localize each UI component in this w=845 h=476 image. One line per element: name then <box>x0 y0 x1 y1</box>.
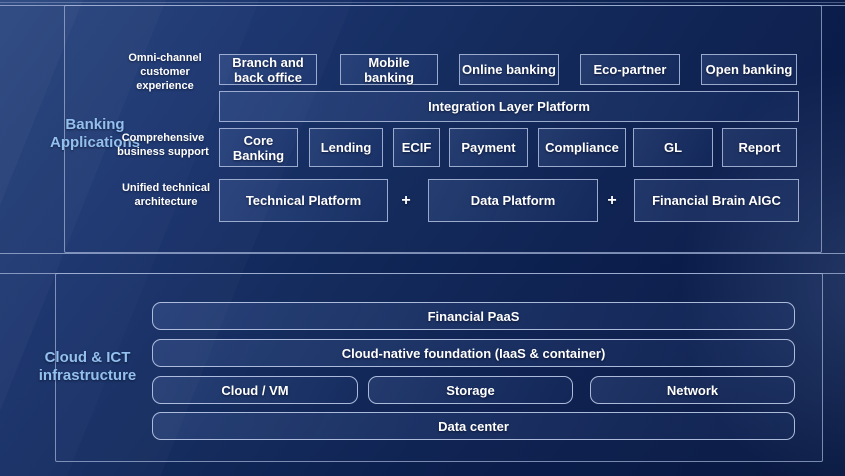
plus-sign-1: + <box>396 179 416 222</box>
financial-paas-box: Financial PaaS <box>152 302 795 330</box>
compliance-box: Compliance <box>538 128 626 167</box>
separator-line-top-outer <box>0 2 845 3</box>
technical-architecture-label: Unified technical architecture <box>118 181 214 209</box>
storage-box: Storage <box>368 376 573 404</box>
integration-layer-platform-box: Integration Layer Platform <box>219 91 799 122</box>
network-box: Network <box>590 376 795 404</box>
cloud-ict-title: Cloud & ICT infrastructure <box>25 349 150 385</box>
business-support-label: Comprehensive business support <box>112 131 214 159</box>
financial-brain-aigc-box: Financial Brain AIGC <box>634 179 799 222</box>
cloud-native-foundation-box: Cloud-native foundation (IaaS & containe… <box>152 339 795 367</box>
open-banking-box: Open banking <box>701 54 797 85</box>
plus-sign-2: + <box>602 179 622 222</box>
technical-platform-box: Technical Platform <box>219 179 388 222</box>
lending-box: Lending <box>309 128 383 167</box>
architecture-diagram: { "banking": { "title": "Banking\nApplic… <box>0 0 845 476</box>
branch-back-office-box: Branch and back office <box>219 54 317 85</box>
data-center-box: Data center <box>152 412 795 440</box>
ecif-box: ECIF <box>393 128 440 167</box>
mobile-banking-box: Mobile banking <box>340 54 438 85</box>
cloud-vm-box: Cloud / VM <box>152 376 358 404</box>
separator-line-middle-upper <box>0 253 845 254</box>
core-banking-box: Core Banking <box>219 128 298 167</box>
gl-box: GL <box>633 128 713 167</box>
eco-partner-box: Eco-partner <box>580 54 680 85</box>
payment-box: Payment <box>449 128 528 167</box>
omni-channel-label: Omni-channel customer experience <box>115 51 215 93</box>
online-banking-box: Online banking <box>459 54 559 85</box>
data-platform-box: Data Platform <box>428 179 598 222</box>
report-box: Report <box>722 128 797 167</box>
